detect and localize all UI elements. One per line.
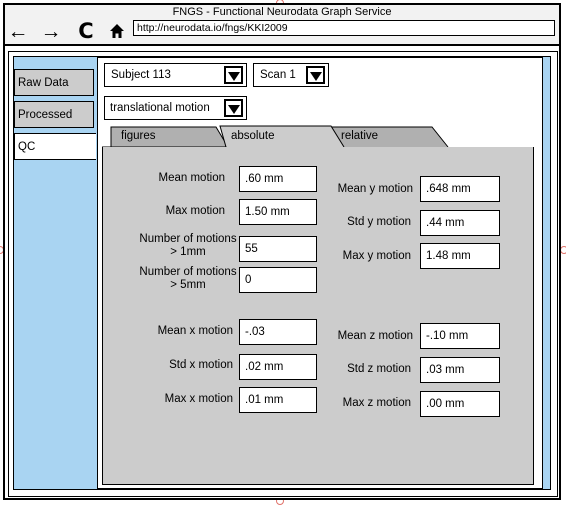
- url-bar[interactable]: http://neurodata.io/fngs/KKI2009: [133, 20, 555, 36]
- tab-figures[interactable]: figures: [121, 130, 156, 142]
- std-x-motion-value[interactable]: .02 mm: [239, 354, 317, 380]
- mean-z-motion-label: Mean z motion: [337, 330, 413, 342]
- motions-gt-1mm-value[interactable]: 55: [239, 236, 317, 262]
- max-motion-label: Max motion: [165, 205, 225, 217]
- back-arrow-icon[interactable]: ←: [8, 20, 29, 42]
- tab-absolute[interactable]: absolute: [231, 130, 274, 142]
- main-content: Subject 113 Scan 1 translational motion: [97, 57, 543, 489]
- browser-window: FNGS - Functional Neurodata Graph Servic…: [3, 3, 561, 500]
- browser-titlebar: FNGS - Functional Neurodata Graph Servic…: [5, 5, 559, 46]
- mean-y-motion-label: Mean y motion: [337, 183, 413, 195]
- max-x-motion-value[interactable]: .01 mm: [239, 387, 317, 413]
- absolute-motion-panel: Mean motion .60 mm Max motion 1.50 mm Nu…: [102, 147, 534, 485]
- std-y-motion-label: Std y motion: [347, 216, 411, 228]
- motions-gt-5mm-value[interactable]: 0: [239, 267, 317, 293]
- tab-relative[interactable]: relative: [341, 130, 378, 142]
- app-content: Raw Data Processed QC Subject 113 Scan 1…: [13, 56, 551, 490]
- max-y-motion-value[interactable]: 1.48 mm: [420, 243, 500, 269]
- mean-motion-label: Mean motion: [158, 172, 225, 184]
- motions-gt-5mm-label: Number of motions > 5mm: [139, 266, 237, 291]
- mean-z-motion-value[interactable]: -.10 mm: [420, 323, 500, 349]
- forward-arrow-icon[interactable]: →: [41, 20, 62, 42]
- max-z-motion-value[interactable]: .00 mm: [420, 391, 500, 417]
- std-z-motion-label: Std z motion: [347, 363, 411, 375]
- sidebar-item-processed[interactable]: Processed: [14, 101, 94, 128]
- max-z-motion-label: Max z motion: [342, 397, 411, 409]
- mean-x-motion-label: Mean x motion: [157, 325, 233, 337]
- mean-motion-value[interactable]: .60 mm: [239, 166, 317, 192]
- sidebar-item-raw-data[interactable]: Raw Data: [14, 69, 94, 96]
- window-title: FNGS - Functional Neurodata Graph Servic…: [172, 6, 392, 18]
- max-x-motion-label: Max x motion: [164, 393, 233, 405]
- max-y-motion-label: Max y motion: [342, 250, 411, 262]
- reload-icon[interactable]: C: [76, 20, 96, 42]
- mean-x-motion-value[interactable]: -.03: [239, 319, 317, 345]
- motions-gt-1mm-label: Number of motions > 1mm: [139, 233, 237, 258]
- std-x-motion-label: Std x motion: [169, 359, 233, 371]
- home-icon[interactable]: [107, 20, 127, 42]
- max-motion-value[interactable]: 1.50 mm: [239, 199, 317, 225]
- sidebar-item-qc[interactable]: QC: [14, 133, 96, 160]
- tab-strip: [102, 125, 449, 148]
- mean-y-motion-value[interactable]: .648 mm: [420, 176, 500, 202]
- std-z-motion-value[interactable]: .03 mm: [420, 357, 500, 383]
- app-frame: Raw Data Processed QC Subject 113 Scan 1…: [8, 51, 558, 497]
- std-y-motion-value[interactable]: .44 mm: [420, 210, 500, 236]
